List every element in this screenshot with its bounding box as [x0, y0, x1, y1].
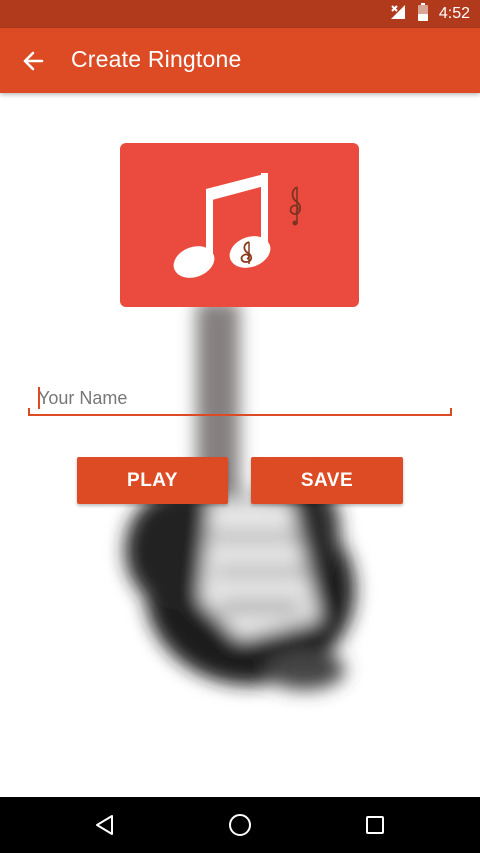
- play-button[interactable]: PLAY: [77, 457, 228, 504]
- treble-clef-icon: [240, 241, 253, 264]
- nav-recents-button[interactable]: [345, 805, 405, 845]
- app-bar: Create Ringtone: [0, 28, 480, 93]
- battery-icon: [417, 2, 429, 26]
- save-button[interactable]: SAVE: [251, 457, 403, 504]
- input-underline-left-tick: [28, 408, 30, 416]
- nav-home-button[interactable]: [210, 805, 270, 845]
- status-bar: 4:52: [0, 0, 480, 28]
- signal-icon: [389, 3, 407, 26]
- nav-recents-icon: [366, 816, 384, 834]
- nav-home-icon: [229, 814, 251, 836]
- name-field[interactable]: [28, 380, 452, 420]
- status-time: 4:52: [438, 5, 470, 22]
- text-cursor: [38, 387, 40, 409]
- nav-back-button[interactable]: [75, 805, 135, 845]
- nav-back-icon: [96, 815, 113, 835]
- status-icons: 4:52: [389, 0, 470, 28]
- music-note-icon: [173, 173, 271, 278]
- arrow-left-icon: [23, 51, 44, 71]
- back-button[interactable]: [12, 40, 54, 82]
- input-underline-right-tick: [450, 408, 452, 416]
- input-underline: [28, 414, 452, 416]
- name-input[interactable]: [28, 380, 452, 416]
- music-artwork-card: [120, 143, 359, 307]
- treble-clef-icon: [289, 186, 302, 226]
- navigation-bar: [0, 797, 480, 853]
- page-title: Create Ringtone: [71, 46, 242, 72]
